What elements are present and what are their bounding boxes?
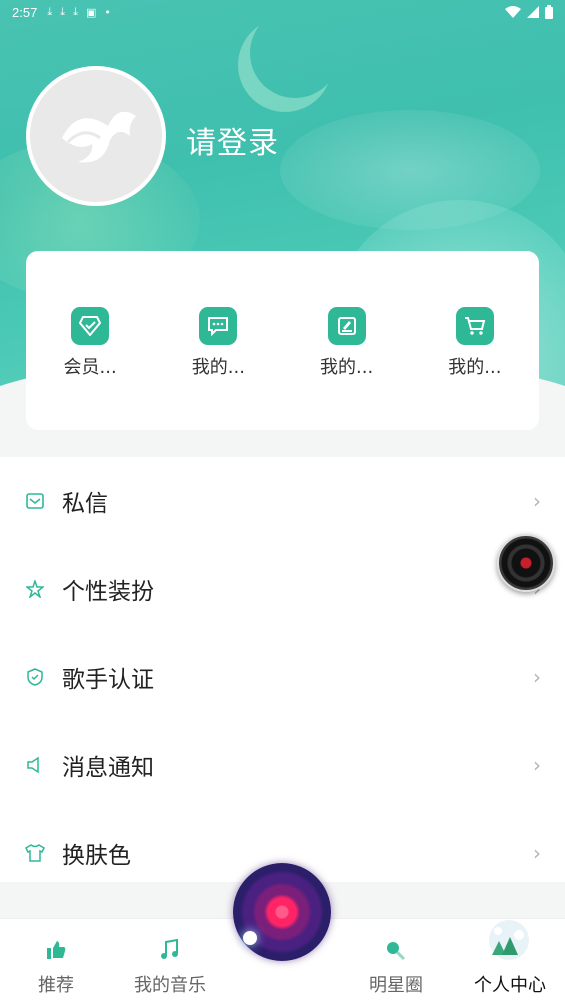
tab-profile[interactable]: 个人中心 xyxy=(466,919,554,1004)
menu-item-label: 私信 xyxy=(62,491,108,517)
shirt-icon xyxy=(25,843,45,863)
star-icon xyxy=(25,579,45,599)
menu-item-singer-verification[interactable]: 歌手认证 › xyxy=(0,633,565,721)
menu-item-private-message[interactable]: 私信 › xyxy=(0,457,565,545)
quick-action-messages[interactable]: 我的... xyxy=(154,251,282,430)
tab-label: 个人中心 xyxy=(474,975,546,996)
profile-badge-icon xyxy=(489,920,529,960)
avatar[interactable] xyxy=(26,66,166,206)
quick-action-label: 会员... xyxy=(63,357,117,378)
quick-action-vip[interactable]: 会员... xyxy=(26,251,154,430)
quick-actions-card: 会员... 我的... 我的... 我的... xyxy=(26,251,539,430)
tab-label: 明星圈 xyxy=(369,975,423,996)
chevron-right-icon: › xyxy=(533,841,541,865)
message-icon xyxy=(199,307,238,345)
tab-label: 我的音乐 xyxy=(134,975,206,996)
tab-my-music[interactable]: 我的音乐 xyxy=(126,919,214,1004)
chevron-right-icon: › xyxy=(533,489,541,513)
a-badge-icon: ▣ xyxy=(85,5,97,19)
music-note-icon xyxy=(161,939,178,959)
shield-icon xyxy=(25,667,45,687)
settings-menu: 私信 › 个性装扮 › 歌手认证 › 消息通知 › 换肤色 › xyxy=(0,457,565,882)
menu-item-label: 个性装扮 xyxy=(62,579,154,605)
speaker-icon xyxy=(25,755,45,775)
center-play-disc[interactable] xyxy=(233,863,331,961)
wifi-icon xyxy=(505,6,521,18)
login-prompt[interactable]: 请登录 xyxy=(186,118,279,162)
edit-icon xyxy=(327,307,366,345)
quick-action-cart[interactable]: 我的... xyxy=(411,251,539,430)
status-time: 2:57 xyxy=(12,4,38,20)
status-bar: 2:57 ⤓ ⤓ ⤓ ▣ • xyxy=(0,0,565,24)
quick-action-label: 我的... xyxy=(320,357,374,378)
menu-item-personal-dressup[interactable]: 个性装扮 › xyxy=(0,545,565,633)
diamond-icon xyxy=(71,307,110,345)
tab-recommend[interactable]: 推荐 xyxy=(16,919,96,1004)
tab-label: 推荐 xyxy=(38,975,74,996)
chevron-right-icon: › xyxy=(533,753,541,777)
tab-star-circle[interactable]: 明星圈 xyxy=(360,919,432,1004)
download-icon: ⤓ xyxy=(60,5,66,18)
quick-action-label: 我的... xyxy=(191,357,245,378)
menu-item-label: 消息通知 xyxy=(62,755,154,781)
download-icon: ⤓ xyxy=(47,5,53,18)
battery-icon xyxy=(545,5,553,19)
quick-action-label: 我的... xyxy=(448,357,502,378)
floating-player-disc[interactable] xyxy=(497,534,555,592)
cart-icon xyxy=(455,307,494,345)
thumbs-up-icon xyxy=(47,941,66,959)
squirrel-logo xyxy=(62,111,136,163)
search-icon xyxy=(387,942,406,961)
sparkle-icon xyxy=(243,931,257,945)
menu-item-label: 换肤色 xyxy=(62,843,131,869)
quick-action-edit[interactable]: 我的... xyxy=(283,251,411,430)
menu-item-notifications[interactable]: 消息通知 › xyxy=(0,721,565,809)
download-icon: ⤓ xyxy=(73,5,78,18)
menu-item-label: 歌手认证 xyxy=(62,667,154,693)
mail-icon xyxy=(25,491,45,511)
chevron-right-icon: › xyxy=(533,665,541,689)
dot-icon: • xyxy=(104,5,111,19)
signal-icon xyxy=(527,6,539,18)
